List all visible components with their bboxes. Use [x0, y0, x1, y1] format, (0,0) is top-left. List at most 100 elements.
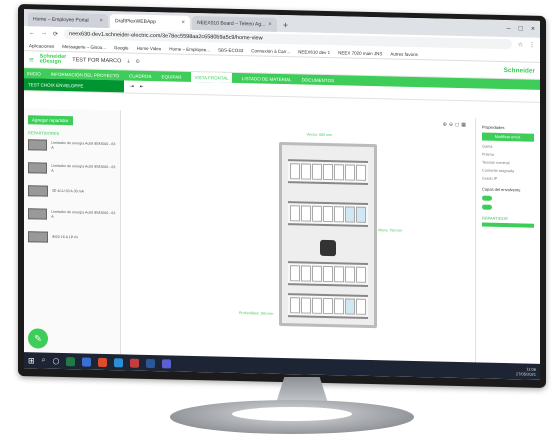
grid-icon[interactable]: ▦: [461, 122, 468, 128]
word-icon[interactable]: [146, 358, 156, 368]
minimize-icon[interactable]: –: [507, 25, 511, 32]
breaker-module[interactable]: [301, 163, 311, 180]
hamburger-icon[interactable]: ≡: [29, 55, 34, 64]
menu-item-info[interactable]: INFORMACIÓN DEL PROYECTO: [51, 71, 119, 78]
back-icon[interactable]: ←: [29, 30, 35, 36]
breaker-module[interactable]: [345, 266, 355, 283]
new-tab-icon[interactable]: +: [279, 18, 292, 32]
depth-dimension: Profundidad: 160 mm: [239, 311, 274, 316]
browser-tab-3[interactable]: NEEX010 Board – Teleeo Ag... ×: [192, 15, 277, 32]
rcd-device[interactable]: [320, 239, 336, 257]
breaker-module[interactable]: [356, 266, 366, 283]
breaker-module[interactable]: [312, 163, 322, 180]
menu-item-vista-frontal[interactable]: VISTA FRONTAL: [191, 71, 232, 83]
close-icon[interactable]: ×: [181, 20, 185, 26]
list-item[interactable]: iID 4CU 63 A 30 mA: [28, 185, 116, 198]
bookmark[interactable]: Home – Employee...: [169, 46, 210, 52]
device-thumbnail: [28, 185, 48, 197]
breaker-module[interactable]: [345, 206, 355, 223]
chrome-icon[interactable]: [98, 357, 108, 367]
breaker-module[interactable]: [323, 163, 333, 181]
front-view-canvas[interactable]: ⊕⊖◻▦ Ancho: 600 mm Altura: 750 mm Profun…: [121, 110, 476, 363]
breaker-module[interactable]: [301, 265, 311, 282]
list-item[interactable]: Limitador de energía Acti9 iEM3000 - 63 …: [28, 208, 116, 221]
breaker-module[interactable]: [345, 164, 355, 181]
bookmark[interactable]: Home Video: [137, 45, 162, 51]
close-icon[interactable]: ×: [99, 18, 103, 24]
menu-item-cuadros[interactable]: CUADROS: [129, 73, 152, 79]
menu-item-inicio[interactable]: INICIO: [27, 71, 41, 76]
breaker-module[interactable]: [290, 205, 300, 222]
breaker-module[interactable]: [334, 266, 344, 283]
explorer-icon[interactable]: [82, 356, 92, 367]
modify-enclosure-button[interactable]: Modificar envol.: [482, 132, 534, 142]
window-close-icon[interactable]: ×: [531, 26, 535, 33]
teams-icon[interactable]: [162, 358, 172, 368]
toggle-switch[interactable]: [482, 204, 492, 210]
task-view-icon[interactable]: ◯: [53, 357, 60, 364]
edge-icon[interactable]: [114, 357, 124, 367]
bookmark[interactable]: Connexion à Carr...: [251, 48, 290, 54]
search-icon[interactable]: ⌕: [42, 357, 46, 365]
width-dimension: Ancho: 600 mm: [307, 132, 333, 138]
breaker-module[interactable]: [323, 205, 333, 223]
location-icon[interactable]: ⊙: [136, 59, 140, 65]
menu-item-equipar[interactable]: EQUIPAR: [162, 74, 182, 79]
collapse-icon[interactable]: ⇤: [140, 84, 144, 90]
reload-icon[interactable]: ⟳: [53, 30, 58, 37]
bookmark[interactable]: SBS-ECO33: [218, 47, 243, 53]
breaker-module[interactable]: [290, 163, 300, 180]
menu-item-documentos[interactable]: DOCUMENTOS: [302, 77, 334, 83]
breaker-module[interactable]: [345, 298, 355, 315]
browser-tab-1[interactable]: Home – Employee Portal ×: [28, 12, 108, 29]
maximize-icon[interactable]: □: [519, 25, 523, 32]
breaker-module[interactable]: [356, 164, 366, 181]
menu-item-listado[interactable]: LISTADO DE MATERIAL: [242, 76, 292, 82]
breaker-module[interactable]: [356, 298, 366, 315]
device-thumbnail: [28, 139, 48, 151]
breaker-module[interactable]: [323, 265, 333, 283]
project-selector[interactable]: TEST CHOIX ENVELOPPE: [24, 78, 124, 93]
breaker-module[interactable]: [312, 205, 322, 222]
brand-logo: Schneider: [503, 66, 535, 75]
edit-fab-icon[interactable]: ✎: [28, 328, 48, 349]
project-title: TEST FOR MARCO: [72, 57, 122, 65]
app-icon[interactable]: [130, 358, 140, 368]
breaker-module[interactable]: [334, 164, 344, 181]
bookmark[interactable]: Messagerie – Gisou...: [62, 44, 106, 50]
breaker-module[interactable]: [356, 206, 366, 223]
bookmark[interactable]: Autres favoris: [390, 51, 418, 57]
star-icon[interactable]: ☆: [518, 41, 523, 48]
breaker-module[interactable]: [312, 265, 322, 282]
breaker-module[interactable]: [301, 297, 311, 314]
add-distributor-button[interactable]: Agregar repartidor: [28, 115, 73, 126]
menu-dots-icon[interactable]: ⋮: [529, 41, 535, 48]
breaker-module[interactable]: [290, 265, 300, 282]
system-tray: 11:06 27/05/2021: [516, 366, 540, 377]
excel-icon[interactable]: [66, 356, 76, 366]
expand-icon[interactable]: ⇥: [130, 84, 134, 90]
bookmark[interactable]: NEEX610 dev 1: [298, 49, 330, 55]
breaker-module[interactable]: [301, 205, 311, 222]
breaker-module[interactable]: [290, 297, 300, 314]
forward-icon[interactable]: →: [41, 31, 47, 37]
breaker-module[interactable]: [323, 297, 333, 315]
close-icon[interactable]: ×: [268, 22, 272, 28]
workspace: Agregar repartidor REPARTIDORES Limitado…: [24, 108, 540, 364]
list-item[interactable]: Limitador de energía Acti9 iEM3000 - 63 …: [28, 162, 116, 175]
download-icon[interactable]: ⤓: [127, 58, 129, 64]
windows-start-icon[interactable]: ⊞: [28, 356, 35, 365]
bookmark[interactable]: NEEX 7020 main JNS: [338, 50, 382, 56]
breaker-module[interactable]: [334, 298, 344, 315]
item-label: Limitador de energía Acti9 iEM3000 - 63 …: [51, 209, 116, 219]
breaker-module[interactable]: [312, 297, 322, 314]
enclosure[interactable]: [279, 141, 377, 329]
breaker-module[interactable]: [334, 206, 344, 223]
bookmark[interactable]: Aplicaciones: [29, 43, 54, 49]
toggle-switch[interactable]: [482, 195, 492, 201]
height-dimension: Altura: 750 mm: [378, 228, 403, 233]
list-item[interactable]: iM20 16 A 1P+N: [28, 231, 116, 244]
list-item[interactable]: Limitador de energía Acti9 iEM3000 - 63 …: [28, 139, 116, 152]
browser-tab-2[interactable]: DraftPlexWEBApp ×: [110, 14, 190, 30]
bookmark[interactable]: Google: [114, 45, 129, 50]
